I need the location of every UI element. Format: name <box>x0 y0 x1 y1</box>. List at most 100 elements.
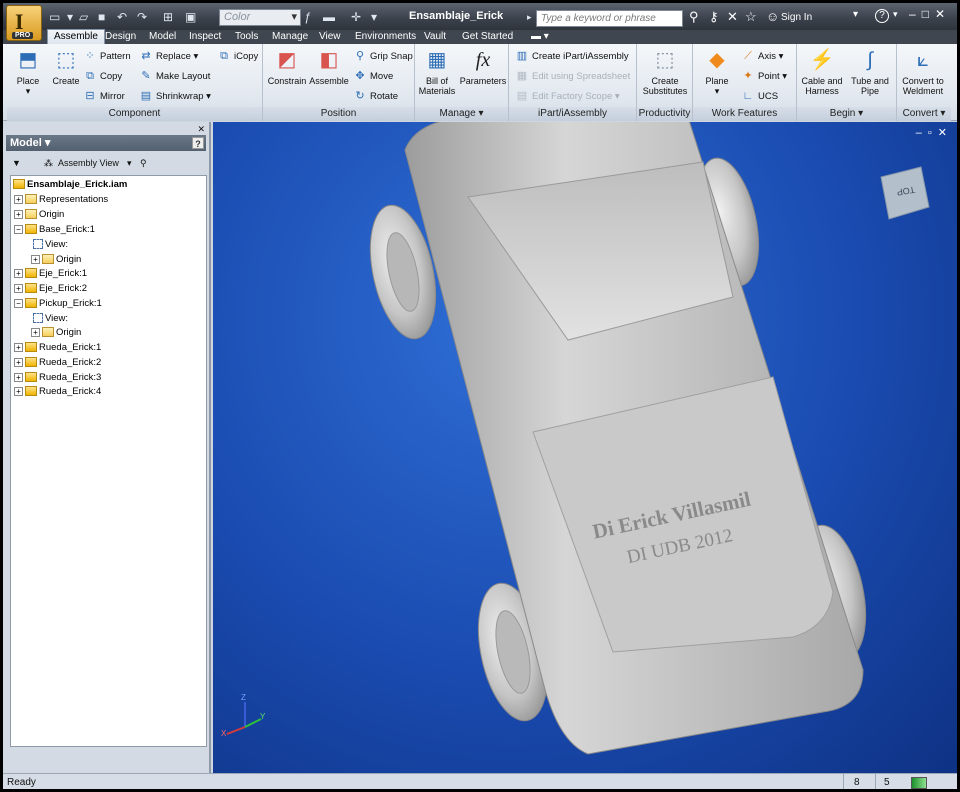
panel-manage-title[interactable]: Manage ▾ <box>415 107 508 121</box>
expand-icon[interactable]: + <box>31 254 40 264</box>
new-icon[interactable]: ▭ <box>49 9 60 25</box>
graphics-viewport[interactable]: –▫✕ Di Erick Villasmil DI UDB 2012 TOP Z… <box>213 122 957 773</box>
tree-node-view[interactable]: View: <box>33 311 68 326</box>
assembly-view-selector[interactable]: Assembly View <box>58 153 119 173</box>
tab-tools[interactable]: Tools <box>235 30 258 44</box>
constrain-button[interactable]: ◩ Constrain <box>267 47 307 86</box>
tab-model[interactable]: Model <box>149 30 176 44</box>
collapse-icon[interactable]: − <box>14 298 23 308</box>
tab-view[interactable]: View <box>319 30 341 44</box>
tree-node-base-erick-1[interactable]: − Base_Erick:1 <box>14 222 95 237</box>
redo-icon[interactable]: ↷ <box>137 9 147 25</box>
help-dropdown-icon[interactable]: ▾ <box>893 9 898 20</box>
plus-icon[interactable]: ✛ <box>351 9 361 25</box>
panel-convert-title[interactable]: Convert ▾ <box>897 107 951 121</box>
create-button[interactable]: ⬚ Create <box>49 47 83 86</box>
replace-button[interactable]: ⇄ Replace ▾ <box>139 48 198 64</box>
move-button[interactable]: ✥ Move <box>353 68 393 84</box>
fx-icon[interactable]: ƒ <box>304 9 311 25</box>
copy-button[interactable]: ⧉ Copy <box>83 68 122 84</box>
tab-design[interactable]: Design <box>105 30 136 44</box>
key-icon[interactable]: ⚷ <box>709 9 719 25</box>
place-button[interactable]: ⬒ Place ▾ <box>11 47 45 96</box>
help-icon[interactable]: ? <box>192 137 204 149</box>
tab-assemble[interactable]: Assemble <box>47 29 105 44</box>
tree-node-eje-erick-2[interactable]: + Eje_Erick:2 <box>14 281 87 296</box>
subscription-icon[interactable]: ✕ <box>727 9 738 25</box>
tree-node-origin[interactable]: + Origin <box>14 207 64 222</box>
expand-icon[interactable]: + <box>14 268 23 278</box>
tab-inspect[interactable]: Inspect <box>189 30 221 44</box>
customize-qat-icon[interactable]: ▾ <box>371 9 377 25</box>
tree-node-rueda-erick-3[interactable]: + Rueda_Erick:3 <box>14 370 101 385</box>
expand-icon[interactable]: + <box>14 372 23 382</box>
ucs-button[interactable]: ∟ UCS <box>741 88 778 104</box>
close-icon[interactable]: ✕ <box>197 124 205 135</box>
create-ipart-button[interactable]: ▥ Create iPart/iAssembly <box>515 48 629 64</box>
new-dropdown-icon[interactable]: ▾ <box>67 9 73 25</box>
help-icon[interactable]: ? <box>875 9 889 23</box>
edit-spreadsheet-button[interactable]: ▦ Edit using Spreadsheet <box>515 68 630 84</box>
tab-vault[interactable]: Vault <box>424 30 446 44</box>
icopy-button[interactable]: ⧉ iCopy <box>217 48 258 64</box>
window-controls[interactable]: –□✕ <box>909 7 951 21</box>
pattern-button[interactable]: ⁘ Pattern <box>83 48 130 64</box>
axis-button[interactable]: ⟋ Axis ▾ <box>741 48 783 64</box>
search-arrow-icon[interactable]: ▸ <box>527 9 532 25</box>
save-icon[interactable]: ■ <box>98 9 105 25</box>
favorites-star-icon[interactable]: ☆ <box>745 9 757 25</box>
shrinkwrap-button[interactable]: ▤ Shrinkwrap ▾ <box>139 88 211 104</box>
point-button[interactable]: ✦ Point ▾ <box>741 68 787 84</box>
panel-begin-title[interactable]: Begin ▾ <box>797 107 896 121</box>
make-layout-button[interactable]: ✎ Make Layout <box>139 68 210 84</box>
expand-icon[interactable]: + <box>14 209 23 219</box>
expand-icon[interactable]: + <box>14 283 23 293</box>
parameters-button[interactable]: fx Parameters <box>459 47 507 86</box>
mirror-button[interactable]: ⊟ Mirror <box>83 88 124 104</box>
expand-icon[interactable]: + <box>31 327 40 337</box>
tree-node-rueda-erick-2[interactable]: + Rueda_Erick:2 <box>14 355 101 370</box>
grip-snap-button[interactable]: ⚲ Grip Snap <box>353 48 413 64</box>
bill-of-materials-button[interactable]: ▦ Bill of Materials <box>417 47 457 96</box>
tree-node-rueda-erick-1[interactable]: + Rueda_Erick:1 <box>14 340 101 355</box>
tree-node-origin[interactable]: + Origin <box>31 325 81 340</box>
edit-factory-scope-button[interactable]: ▤ Edit Factory Scope ▾ <box>515 88 620 104</box>
undo-icon[interactable]: ↶ <box>117 9 127 25</box>
create-substitutes-button[interactable]: ⬚ Create Substitutes <box>639 47 691 96</box>
plane-button[interactable]: ◆ Plane ▾ <box>697 47 737 96</box>
chevron-down-icon[interactable]: ▾ <box>127 153 132 173</box>
application-menu-button[interactable]: I PRO <box>6 5 42 41</box>
signin-dropdown-icon[interactable]: ▾ <box>853 9 858 20</box>
convert-weldment-button[interactable]: ⟀ Convert to Weldment <box>897 47 949 96</box>
tree-node-origin[interactable]: + Origin <box>31 252 81 267</box>
binoculars-icon[interactable]: ⚲ <box>689 9 699 25</box>
expand-icon[interactable]: + <box>14 357 23 367</box>
collapse-icon[interactable]: − <box>14 224 23 234</box>
ribbon-display-icon[interactable]: ▬ ▾ <box>531 30 549 44</box>
tube-pipe-button[interactable]: ∫ Tube and Pipe <box>847 47 893 96</box>
tab-environments[interactable]: Environments <box>355 30 416 44</box>
color-selector[interactable]: Color ▾ <box>219 9 301 26</box>
viewcube[interactable]: TOP <box>880 166 930 220</box>
expand-icon[interactable]: + <box>14 386 23 396</box>
cable-harness-button[interactable]: ⚡ Cable and Harness <box>799 47 845 96</box>
update-icon[interactable]: ⊞ <box>163 9 173 25</box>
measure-icon[interactable]: ▬ <box>323 9 335 25</box>
open-icon[interactable]: ▱ <box>79 9 88 25</box>
rotate-button[interactable]: ↻ Rotate <box>353 88 398 104</box>
user-icon[interactable]: ☺ <box>766 9 779 24</box>
find-binoculars-icon[interactable]: ⚲ <box>140 153 147 173</box>
browser-header[interactable]: Model ▾? <box>6 135 206 151</box>
tree-node-pickup-erick-1[interactable]: − Pickup_Erick:1 <box>14 296 102 311</box>
tree-node-rueda-erick-4[interactable]: + Rueda_Erick:4 <box>14 384 101 399</box>
tree-node-eje-erick-1[interactable]: + Eje_Erick:1 <box>14 266 87 281</box>
filter-icon[interactable]: ▼ <box>12 153 21 173</box>
tree-node-representations[interactable]: + Representations <box>14 192 108 207</box>
sign-in-link[interactable]: Sign In <box>781 12 812 23</box>
help-search-input[interactable]: Type a keyword or phrase <box>536 10 683 27</box>
expand-icon[interactable]: + <box>14 342 23 352</box>
tab-get-started[interactable]: Get Started <box>462 30 513 44</box>
select-icon[interactable]: ▣ <box>185 9 196 25</box>
tab-manage[interactable]: Manage <box>272 30 308 44</box>
assemble-button[interactable]: ◧ Assemble <box>309 47 349 86</box>
